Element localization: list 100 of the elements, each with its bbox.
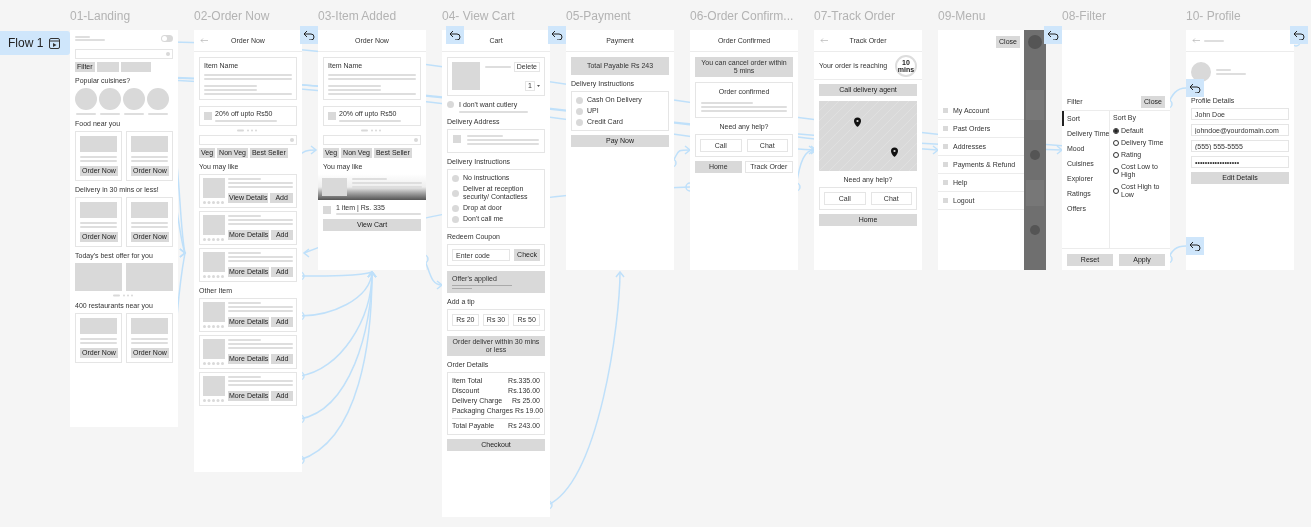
image-placeholder — [80, 318, 117, 334]
placeholder-line — [228, 186, 293, 188]
carousel-dots-drawing — [237, 129, 259, 132]
search-icon — [290, 138, 294, 142]
radio-button[interactable] — [452, 215, 459, 223]
placeholder-line — [467, 143, 539, 145]
frame-title: 03-Item Added — [318, 9, 397, 23]
filter-chip[interactable] — [96, 62, 119, 72]
placeholder-line — [228, 384, 293, 386]
rating-dots-drawing — [203, 362, 225, 365]
radio-button[interactable] — [452, 174, 459, 182]
placeholder-line — [131, 222, 168, 224]
placeholder-line — [228, 182, 293, 184]
image-placeholder — [131, 202, 168, 218]
return-arrow-icon — [551, 30, 563, 40]
placeholder-line — [80, 160, 117, 162]
return-arrow-icon — [449, 30, 461, 40]
placeholder-line — [228, 252, 261, 254]
placeholder-line — [76, 113, 96, 115]
back-action-marker[interactable] — [548, 26, 566, 44]
image-placeholder — [328, 112, 336, 120]
cuisine-image-placeholder[interactable] — [147, 88, 169, 110]
placeholder-line — [228, 306, 293, 308]
image-placeholder — [203, 302, 225, 322]
checkbox[interactable] — [447, 101, 454, 108]
image-placeholder — [131, 136, 168, 152]
search-field[interactable] — [199, 135, 297, 145]
address-card[interactable] — [447, 129, 545, 153]
toggle-switch[interactable] — [161, 34, 173, 42]
return-arrow-icon — [1293, 30, 1305, 40]
frame-title: 01-Landing — [70, 9, 131, 23]
placeholder-line — [228, 380, 293, 382]
image-placeholder — [203, 178, 225, 198]
placeholder-line — [459, 111, 528, 113]
placeholder-line — [228, 260, 293, 262]
image-placeholder — [131, 318, 168, 334]
placeholder-line — [80, 338, 117, 340]
radio-button[interactable] — [452, 204, 459, 212]
placeholder-line — [228, 215, 261, 217]
placeholder-line — [80, 222, 117, 224]
back-action-marker[interactable] — [1290, 26, 1308, 44]
search-field[interactable] — [323, 135, 421, 145]
placeholder-line — [485, 66, 511, 68]
return-arrow-icon — [303, 30, 315, 40]
image-placeholder — [203, 376, 225, 396]
placeholder-line — [452, 285, 512, 286]
radio-button[interactable] — [1113, 128, 1119, 134]
image-placeholder — [452, 62, 480, 90]
back-action-marker[interactable] — [1186, 79, 1204, 97]
return-arrow-icon — [1047, 30, 1059, 40]
placeholder-line — [80, 342, 117, 344]
menu-item-icon — [943, 144, 948, 149]
placeholder-line — [131, 226, 168, 228]
frame-title: 04- View Cart — [442, 9, 515, 23]
radio-button[interactable] — [576, 118, 583, 126]
cuisine-image-placeholder[interactable] — [123, 88, 145, 110]
image-placeholder — [453, 135, 461, 143]
placeholder-line — [228, 223, 293, 225]
back-action-marker[interactable] — [1186, 237, 1204, 255]
placeholder-line — [228, 347, 293, 349]
placeholder-line — [228, 178, 261, 180]
flow-label: Flow 1 — [8, 35, 44, 52]
placeholder-line — [80, 156, 117, 158]
placeholder-line — [467, 139, 539, 141]
image-placeholder — [75, 263, 122, 291]
placeholder-line — [328, 89, 381, 91]
cuisine-image-placeholder[interactable] — [99, 88, 121, 110]
back-action-marker[interactable] — [300, 26, 318, 44]
image-placeholder — [80, 136, 117, 152]
rating-dots-drawing — [203, 399, 225, 402]
placeholder-line — [228, 376, 261, 378]
play-frame-icon — [49, 37, 61, 49]
placeholder-line — [228, 339, 261, 341]
back-action-marker[interactable] — [446, 26, 464, 44]
frame-title: 10- Profile — [1186, 9, 1241, 23]
rating-dots-drawing — [203, 275, 225, 278]
cuisine-image-placeholder[interactable] — [75, 88, 97, 110]
menu-item-icon — [943, 162, 948, 167]
frame-title: 09-Menu — [938, 9, 986, 23]
back-action-marker[interactable] — [1044, 26, 1062, 44]
placeholder-line — [124, 113, 144, 115]
radio-button[interactable] — [452, 189, 459, 197]
placeholder-line — [228, 219, 293, 221]
rating-dots-drawing — [203, 325, 225, 328]
placeholder-line — [215, 120, 277, 122]
radio-button[interactable] — [576, 96, 583, 104]
flow-badge[interactable]: Flow 1 — [0, 31, 70, 55]
placeholder-line — [131, 156, 168, 158]
image-placeholder — [322, 178, 347, 196]
placeholder-line — [131, 342, 168, 344]
frame-title: 06-Order Confirm... — [690, 9, 794, 23]
return-arrow-icon — [1189, 241, 1201, 251]
placeholder-line — [228, 343, 293, 345]
filter-chip[interactable] — [120, 62, 151, 72]
radio-button[interactable] — [576, 107, 583, 115]
menu-item-icon — [943, 180, 948, 185]
frame-title: 02-Order Now — [194, 9, 270, 23]
placeholder-line — [467, 135, 503, 137]
search-field[interactable] — [75, 49, 173, 59]
placeholder-line — [131, 160, 168, 162]
